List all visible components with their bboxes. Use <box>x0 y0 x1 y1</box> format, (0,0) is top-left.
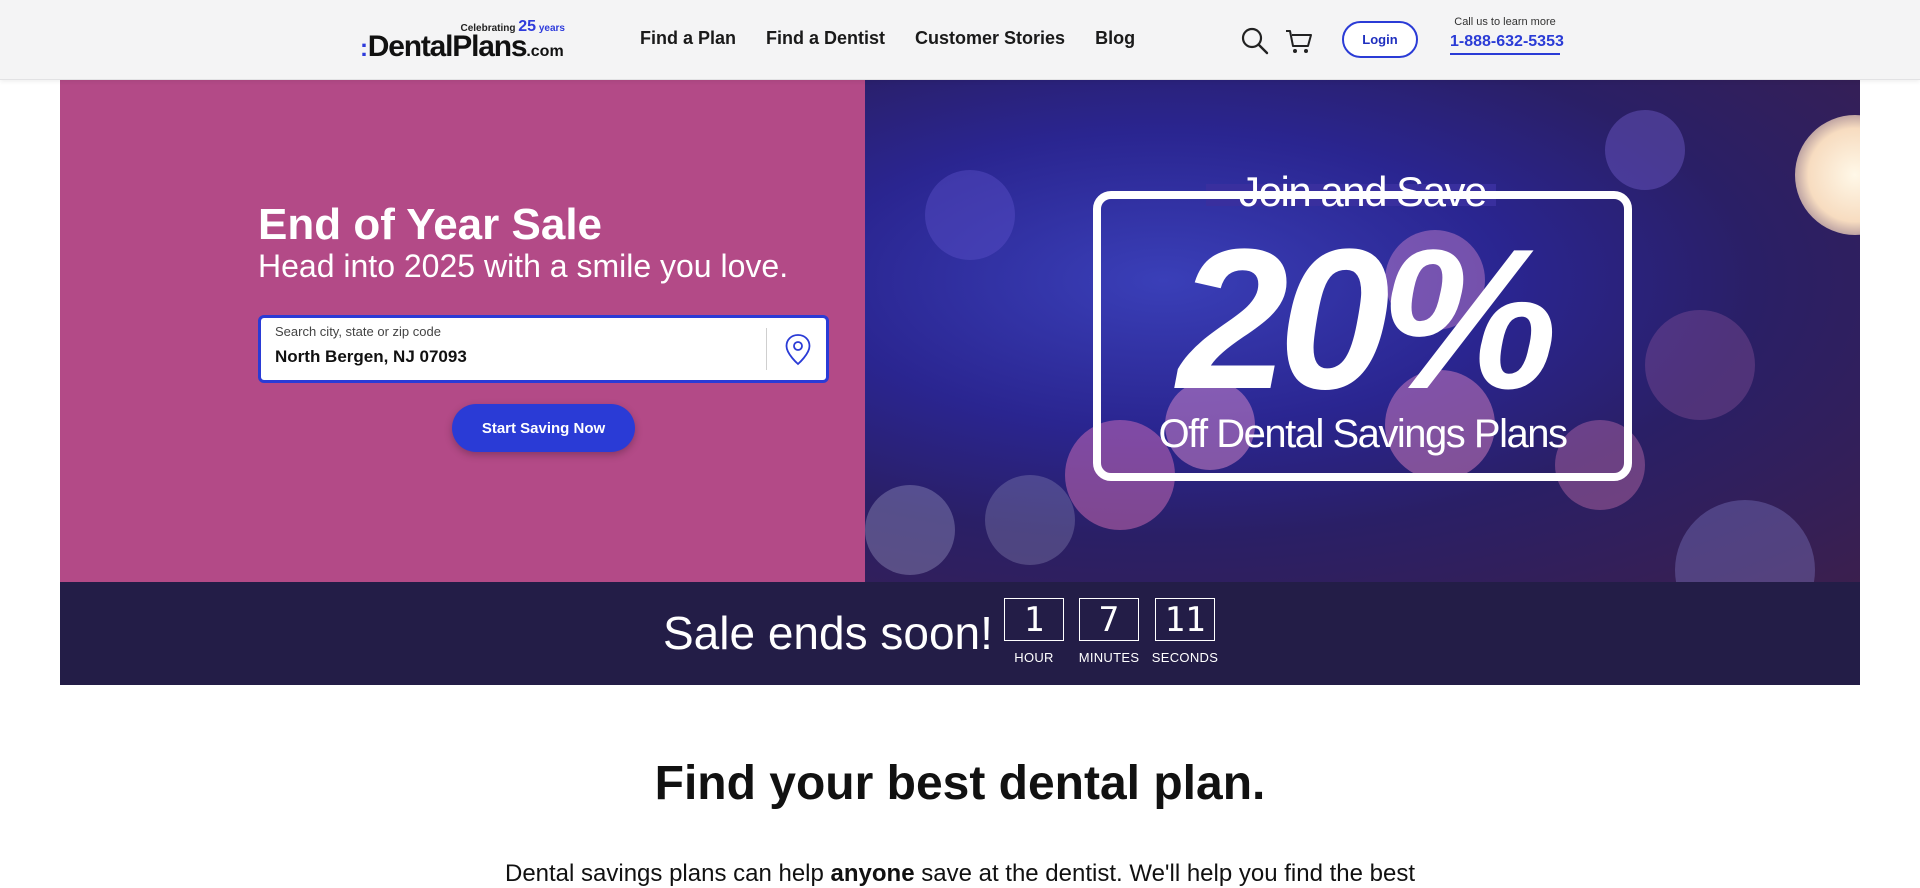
bokeh-light <box>1645 310 1755 420</box>
section-title: Find your best dental plan. <box>654 757 1266 810</box>
search-divider <box>766 328 767 370</box>
logo-dots-icon: : <box>360 35 368 62</box>
hero-subtitle: Head into 2025 with a smile you love. <box>258 248 789 284</box>
call-text: Call us to learn more <box>1454 16 1556 28</box>
promo-off-text: Off Dental Savings Plans <box>1158 412 1568 456</box>
promo-percent: 20% <box>1177 208 1557 431</box>
logo-wordmark: :DentalPlans.com <box>360 30 564 63</box>
countdown-hour: 1 <box>1004 598 1064 641</box>
search-label: Search city, state or zip code <box>275 324 441 339</box>
phone-link[interactable]: 1-888-632-5353 <box>1450 33 1564 55</box>
main-nav: Find a Plan Find a Dentist Customer Stor… <box>640 28 1135 49</box>
site-header: Celebrating 25 years :DentalPlans.com Fi… <box>0 0 1920 80</box>
location-search-input[interactable] <box>275 347 745 367</box>
countdown-title: Sale ends soon! <box>663 607 993 659</box>
bokeh-light <box>1795 115 1860 235</box>
nav-blog[interactable]: Blog <box>1095 28 1135 49</box>
location-search-field[interactable]: Search city, state or zip code <box>258 315 829 383</box>
cart-icon[interactable] <box>1284 26 1314 56</box>
nav-find-a-dentist[interactable]: Find a Dentist <box>766 28 885 49</box>
search-icon[interactable] <box>1240 26 1270 56</box>
bokeh-light <box>865 485 955 575</box>
dentalplans-logo[interactable]: Celebrating 25 years :DentalPlans.com <box>360 18 565 63</box>
bokeh-light <box>925 170 1015 260</box>
bokeh-light <box>1675 500 1815 582</box>
countdown-seconds-label: SECONDS <box>1151 650 1219 665</box>
start-saving-button[interactable]: Start Saving Now <box>452 404 635 452</box>
countdown-seconds: 11 <box>1155 598 1215 641</box>
call-block: Call us to learn more 1-888-632-5353 <box>1450 16 1564 55</box>
hero-title: End of Year Sale <box>258 200 603 249</box>
countdown-minutes: 7 <box>1079 598 1139 641</box>
nav-customer-stories[interactable]: Customer Stories <box>915 28 1065 49</box>
location-pin-icon[interactable] <box>784 333 812 367</box>
login-button[interactable]: Login <box>1342 21 1418 58</box>
bokeh-light <box>985 475 1075 565</box>
nav-find-a-plan[interactable]: Find a Plan <box>640 28 736 49</box>
section-body: Dental savings plans can help anyone sav… <box>504 860 1415 887</box>
